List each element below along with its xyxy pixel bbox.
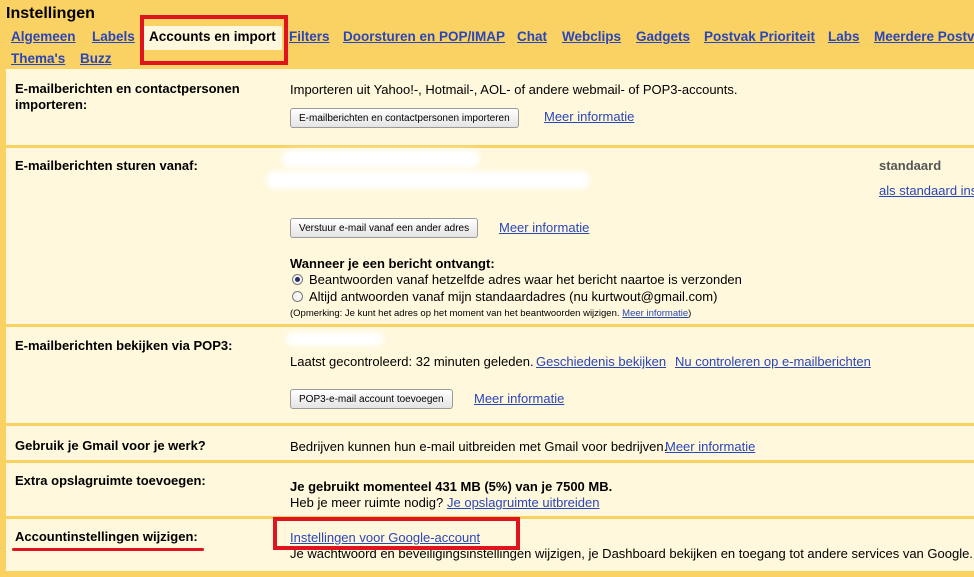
pop3-check-now-link[interactable]: Nu controleren op e-mailberichten bbox=[675, 354, 871, 369]
tab-themas[interactable]: Thema's bbox=[11, 51, 65, 66]
tab-labels[interactable]: Labels bbox=[92, 29, 135, 44]
work-description: Bedrijven kunnen hun e-mail uitbreiden m… bbox=[290, 439, 668, 454]
tab-algemeen[interactable]: Algemeen bbox=[11, 29, 76, 44]
tab-doorsturen[interactable]: Doorsturen en POP/IMAP bbox=[343, 29, 505, 44]
tab-chat[interactable]: Chat bbox=[517, 29, 547, 44]
reply-heading: Wanneer je een bericht ontvangt: bbox=[290, 256, 495, 271]
import-row: E-mailberichten en contactpersonen impor… bbox=[6, 69, 974, 145]
redacted-pop3-account bbox=[290, 336, 380, 342]
tab-webclips[interactable]: Webclips bbox=[562, 29, 621, 44]
send-from-other-button[interactable]: Verstuur e-mail vanaf een ander adres bbox=[290, 218, 479, 238]
pop3-add-account-button[interactable]: POP3-e-mail account toevoegen bbox=[290, 389, 453, 409]
pop3-last-checked: Laatst gecontroleerd: 32 minuten geleden… bbox=[290, 354, 534, 369]
pop3-history-link[interactable]: Geschiedenis bekijken bbox=[536, 354, 666, 369]
reply-default-address-label: Altijd antwoorden vanaf mijn standaardad… bbox=[309, 289, 718, 304]
import-button[interactable]: E-mailberichten en contactpersonen impor… bbox=[290, 108, 519, 128]
pop3-row: E-mailberichten bekijken via POP3: Laats… bbox=[6, 327, 974, 423]
reply-note: (Opmerking: Je kunt het adres op het mom… bbox=[290, 308, 691, 319]
tab-labs[interactable]: Labs bbox=[828, 29, 860, 44]
settings-panel: E-mailberichten en contactpersonen impor… bbox=[6, 69, 974, 571]
page-title: Instellingen bbox=[6, 5, 95, 22]
account-label: Accountinstellingen wijzigen: bbox=[15, 529, 198, 544]
highlight-underline bbox=[12, 548, 204, 551]
send-from-row: E-mailberichten sturen vanaf: standaard … bbox=[6, 148, 974, 324]
work-row: Gebruik je Gmail voor je werk? Bedrijven… bbox=[6, 426, 974, 460]
storage-usage: Je gebruikt momenteel 431 MB (5%) van je… bbox=[290, 479, 613, 494]
make-default-link[interactable]: als standaard ins bbox=[879, 183, 974, 198]
google-account-settings-link[interactable]: Instellingen voor Google-account bbox=[290, 530, 480, 545]
import-label: E-mailberichten en contactpersonen impor… bbox=[15, 81, 240, 112]
send-from-more-info-link[interactable]: Meer informatie bbox=[499, 220, 589, 235]
pop3-label: E-mailberichten bekijken via POP3: bbox=[15, 338, 233, 353]
send-from-label: E-mailberichten sturen vanaf: bbox=[15, 158, 198, 173]
import-more-info-link[interactable]: Meer informatie bbox=[544, 109, 634, 124]
default-address-label: standaard bbox=[879, 158, 942, 173]
pop3-more-info-link[interactable]: Meer informatie bbox=[474, 391, 564, 406]
tab-filters[interactable]: Filters bbox=[289, 29, 330, 44]
tab-accounts-en-import[interactable]: Accounts en import bbox=[143, 26, 282, 50]
reply-note-more-info-link[interactable]: Meer informatie bbox=[622, 308, 688, 319]
tab-postvak-prioriteit[interactable]: Postvak Prioriteit bbox=[704, 29, 815, 44]
settings-tabs: Algemeen Labels Accounts en import Filte… bbox=[0, 25, 974, 69]
reply-default-address-radio[interactable] bbox=[292, 291, 303, 302]
redacted-address bbox=[270, 175, 586, 185]
storage-label: Extra opslagruimte toevoegen: bbox=[15, 473, 206, 488]
reply-same-address-label: Beantwoorden vanaf hetzelfde adres waar … bbox=[309, 272, 742, 287]
storage-row: Extra opslagruimte toevoegen: Je gebruik… bbox=[6, 463, 974, 516]
tab-meerdere-postvakken[interactable]: Meerdere Postv bbox=[874, 29, 974, 44]
storage-question: Heb je meer ruimte nodig? bbox=[290, 495, 444, 510]
import-description: Importeren uit Yahoo!-, Hotmail-, AOL- o… bbox=[290, 82, 738, 97]
redacted-address bbox=[286, 154, 476, 164]
account-row: Accountinstellingen wijzigen: Instelling… bbox=[6, 519, 974, 571]
reply-note-end: ) bbox=[688, 308, 692, 319]
account-description: Je wachtwoord en beveiligingsinstellinge… bbox=[290, 546, 973, 561]
storage-upgrade-link[interactable]: Je opslagruimte uitbreiden bbox=[447, 495, 599, 510]
work-more-info-link[interactable]: Meer informatie bbox=[665, 439, 755, 454]
tab-gadgets[interactable]: Gadgets bbox=[636, 29, 690, 44]
reply-note-text: (Opmerking: Je kunt het adres op het mom… bbox=[290, 308, 620, 319]
reply-same-address-radio[interactable] bbox=[292, 274, 303, 285]
tab-buzz[interactable]: Buzz bbox=[80, 51, 112, 66]
work-label: Gebruik je Gmail voor je werk? bbox=[15, 438, 206, 453]
